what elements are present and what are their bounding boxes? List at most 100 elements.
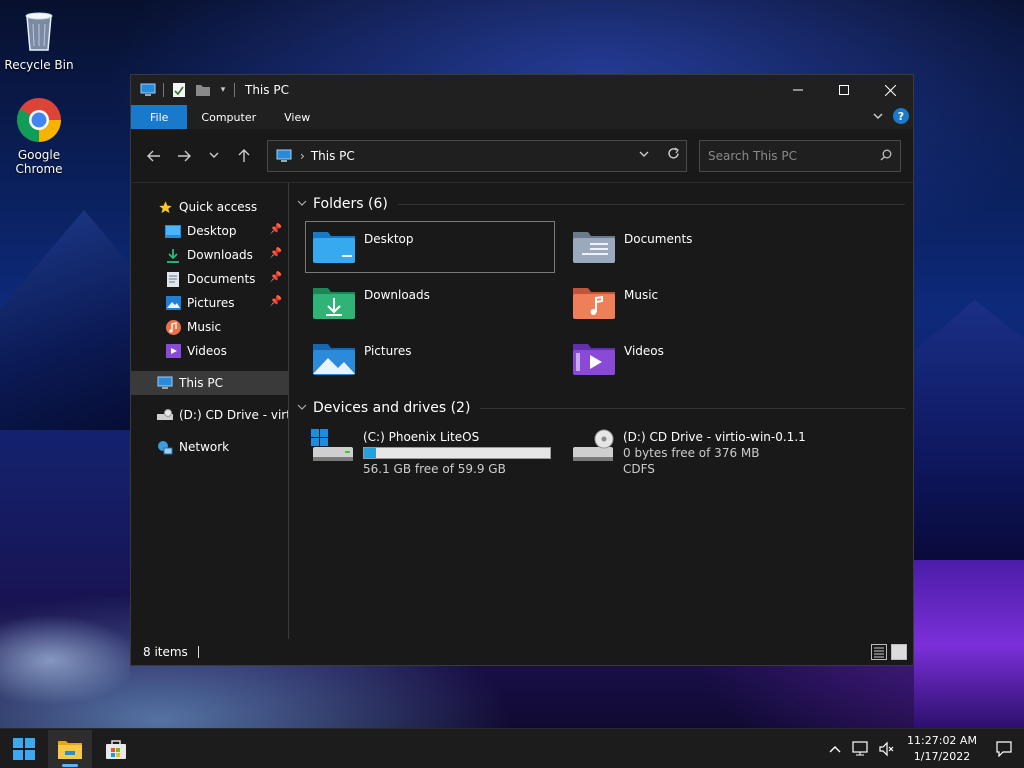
volume-muted-icon — [879, 741, 894, 757]
taskbar-store[interactable] — [94, 730, 138, 768]
file-explorer-window: ▾ This PC File Computer View ? › This PC… — [130, 74, 914, 666]
desktop-icon-label: Google Chrome — [15, 148, 63, 176]
computer-icon — [157, 375, 173, 391]
sidebar-item-documents[interactable]: Documents 📌 — [131, 267, 288, 291]
network-tray-button[interactable] — [848, 730, 874, 768]
desktop-folder-icon — [312, 228, 356, 266]
notification-icon — [996, 741, 1012, 757]
arrow-up-icon — [238, 148, 250, 162]
sidebar-item-videos[interactable]: Videos — [131, 339, 288, 363]
details-view-button[interactable] — [871, 644, 887, 660]
window-title: This PC — [245, 83, 289, 97]
chevron-down-icon — [297, 199, 309, 210]
group-divider — [397, 203, 905, 205]
address-bar[interactable]: › This PC — [267, 139, 687, 172]
chrome-icon — [15, 96, 63, 144]
pin-icon[interactable]: 📌 — [270, 248, 282, 259]
drives-group-header[interactable]: Devices and drives (2) — [297, 395, 913, 421]
chevron-up-icon — [829, 746, 841, 753]
windows-drive-icon — [311, 429, 355, 469]
drives-grid: (C:) Phoenix LiteOS 56.1 GB free of 59.9… — [297, 425, 913, 489]
desktop-icon-recycle-bin[interactable]: Recycle Bin — [1, 6, 77, 72]
taskbar-clock[interactable]: 11:27:02 AM 1/17/2022 — [900, 733, 984, 765]
status-bar: 8 items — [131, 639, 913, 665]
notifications-button[interactable] — [984, 730, 1024, 768]
show-hidden-icons-button[interactable] — [822, 730, 848, 768]
volume-tray-button[interactable] — [874, 730, 900, 768]
folder-tile-music[interactable]: Music — [565, 277, 815, 329]
sidebar-item-downloads[interactable]: Downloads 📌 — [131, 243, 288, 267]
pin-icon[interactable]: 📌 — [270, 224, 282, 235]
folder-tile-downloads[interactable]: Downloads — [305, 277, 555, 329]
minimize-button[interactable] — [775, 75, 821, 105]
customize-toolbar-icon[interactable]: ▾ — [218, 81, 228, 99]
refresh-button[interactable] — [667, 147, 680, 164]
drive-usage-bar — [363, 447, 551, 459]
new-folder-icon[interactable] — [194, 81, 212, 99]
address-history-button[interactable] — [639, 147, 649, 164]
star-icon — [157, 199, 173, 215]
drive-name: (D:) CD Drive - virtio-win-0.1.1 — [623, 430, 806, 444]
up-button[interactable] — [229, 141, 259, 171]
downloads-folder-icon — [312, 284, 356, 322]
sidebar-item-desktop[interactable]: Desktop 📌 — [131, 219, 288, 243]
maximize-button[interactable] — [821, 75, 867, 105]
forward-button[interactable] — [169, 141, 199, 171]
folder-tile-videos[interactable]: Videos — [565, 333, 815, 385]
taskbar-file-explorer[interactable] — [48, 729, 92, 768]
network-icon — [157, 439, 173, 455]
download-icon — [165, 247, 181, 263]
search-box[interactable]: Search This PC — [699, 139, 901, 172]
tab-view[interactable]: View — [270, 105, 324, 129]
system-tray: 11:27:02 AM 1/17/2022 — [822, 729, 1024, 768]
pin-icon[interactable]: 📌 — [270, 272, 282, 283]
chevron-down-icon — [297, 403, 309, 414]
folders-grid: Desktop Documents Downloads Music Pictur… — [297, 221, 913, 385]
tab-computer[interactable]: Computer — [187, 105, 270, 129]
drive-filesystem: CDFS — [623, 462, 655, 476]
recent-locations-button[interactable] — [199, 141, 229, 171]
title-bar[interactable]: ▾ This PC — [131, 75, 913, 105]
videos-icon — [165, 343, 181, 359]
arrow-left-icon — [147, 150, 160, 161]
sidebar-item-music[interactable]: Music — [131, 315, 288, 339]
documents-folder-icon — [572, 228, 616, 266]
folder-tile-desktop[interactable]: Desktop — [305, 221, 555, 273]
breadcrumb-chevron-icon[interactable]: › — [300, 149, 305, 163]
computer-icon — [276, 149, 292, 162]
videos-folder-icon — [572, 340, 616, 378]
sidebar-item-this-pc[interactable]: This PC — [131, 371, 288, 395]
item-count: 8 items — [143, 645, 188, 659]
properties-icon[interactable] — [170, 81, 188, 99]
folders-group-header[interactable]: Folders (6) — [297, 191, 913, 217]
network-status-icon — [852, 741, 868, 756]
pictures-folder-icon — [312, 340, 356, 378]
desktop-icon-label: Recycle Bin — [4, 58, 74, 72]
start-button[interactable] — [2, 730, 46, 768]
desktop-icon-chrome[interactable]: Google Chrome — [1, 96, 77, 176]
close-button[interactable] — [867, 75, 913, 105]
large-icons-view-button[interactable] — [891, 644, 907, 660]
breadcrumb-this-pc[interactable]: This PC — [311, 149, 355, 163]
folder-tile-documents[interactable]: Documents — [565, 221, 815, 273]
sidebar-item-quick-access[interactable]: Quick access — [131, 195, 288, 219]
content-pane: Folders (6) Desktop Documents Downloads … — [289, 183, 913, 639]
folder-tile-pictures[interactable]: Pictures — [305, 333, 555, 385]
chevron-down-icon — [209, 152, 219, 158]
drive-tile-c[interactable]: (C:) Phoenix LiteOS 56.1 GB free of 59.9… — [305, 425, 555, 489]
expand-ribbon-icon[interactable] — [873, 110, 883, 123]
music-icon — [165, 319, 181, 335]
sidebar-item-pictures[interactable]: Pictures 📌 — [131, 291, 288, 315]
file-explorer-icon — [58, 740, 82, 759]
tab-file[interactable]: File — [131, 105, 188, 129]
back-button[interactable] — [139, 141, 169, 171]
drive-tile-d[interactable]: (D:) CD Drive - virtio-win-0.1.1 0 bytes… — [565, 425, 815, 489]
drive-name: (C:) Phoenix LiteOS — [363, 430, 480, 444]
drive-free-space: 0 bytes free of 376 MB — [623, 446, 760, 460]
group-divider — [480, 407, 905, 409]
sidebar-item-network[interactable]: Network — [131, 435, 288, 459]
pin-icon[interactable]: 📌 — [270, 296, 282, 307]
arrow-right-icon — [178, 150, 191, 161]
sidebar-item-cd-drive[interactable]: (D:) CD Drive - virtio-win-0.1.1 — [131, 403, 288, 427]
help-button[interactable]: ? — [893, 108, 909, 124]
